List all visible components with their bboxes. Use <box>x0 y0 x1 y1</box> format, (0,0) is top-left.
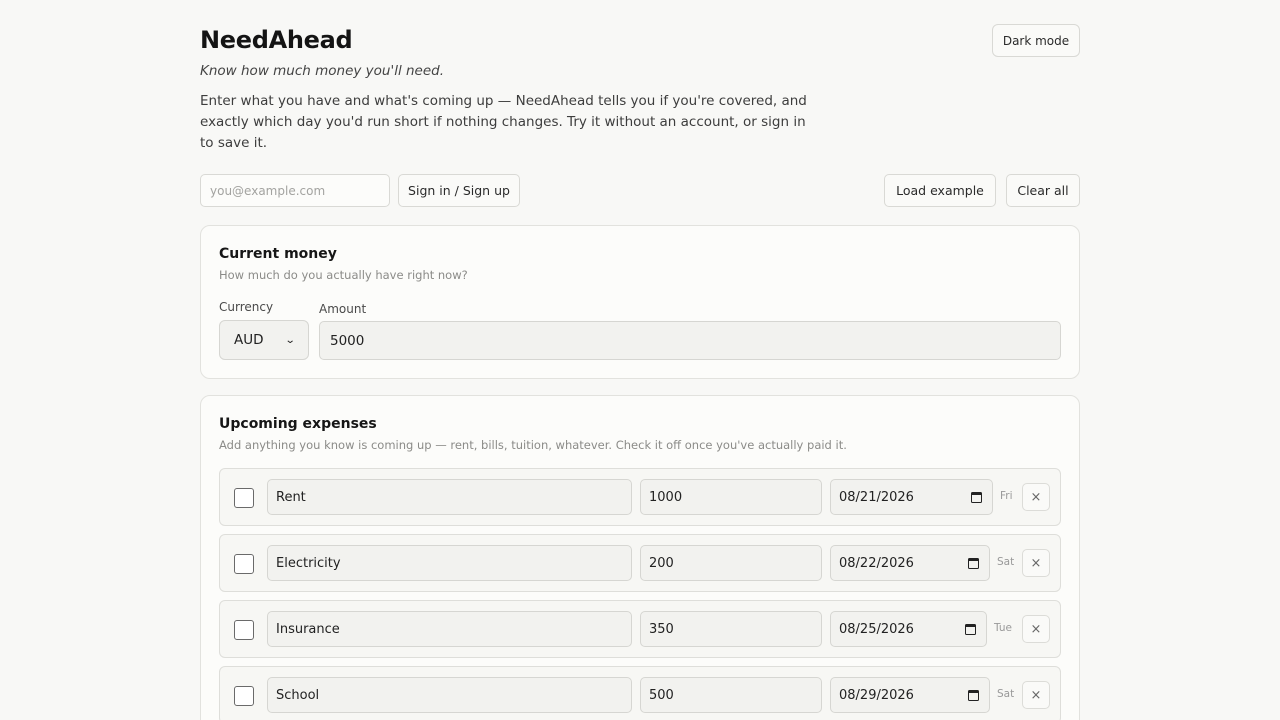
chevron-down-icon: ⌄ <box>284 334 296 346</box>
expense-date-input[interactable]: 08/25/2026 <box>830 611 987 647</box>
expense-date-value: 08/22/2026 <box>839 555 914 571</box>
intro-text: Enter what you have and what's coming up… <box>200 93 807 151</box>
expense-row: Rent 1000 08/21/2026 Fri × <box>219 468 1061 526</box>
expense-date-input[interactable]: 08/22/2026 <box>830 545 990 581</box>
paid-checkbox[interactable] <box>234 554 254 574</box>
calendar-icon[interactable] <box>965 623 976 635</box>
expense-date-value: 08/29/2026 <box>839 687 914 703</box>
expense-name-input[interactable]: Insurance <box>267 611 632 647</box>
expense-date-input[interactable]: 08/29/2026 <box>830 677 990 713</box>
expense-amount-input[interactable]: 500 <box>640 677 822 713</box>
delete-expense-button[interactable]: × <box>1022 483 1050 511</box>
expense-name-input[interactable]: Electricity <box>267 545 632 581</box>
expense-date-value: 08/25/2026 <box>839 621 914 637</box>
calendar-icon[interactable] <box>968 689 979 701</box>
load-example-button[interactable]: Load example <box>884 174 996 207</box>
currency-select[interactable]: AUD ⌄ <box>219 320 309 360</box>
email-input[interactable] <box>200 174 390 207</box>
currency-value: AUD <box>234 332 264 348</box>
close-icon: × <box>1030 555 1042 571</box>
close-icon: × <box>1030 489 1042 505</box>
expense-weekday: Tue <box>994 622 1012 634</box>
close-icon: × <box>1030 687 1042 703</box>
expense-weekday: Sat <box>997 556 1015 568</box>
current-money-card: Current money How much do you actually h… <box>200 225 1080 379</box>
currency-label: Currency <box>219 300 274 314</box>
expenses-title: Upcoming expenses <box>219 416 377 432</box>
expense-row: Insurance 350 08/25/2026 Tue × <box>219 600 1061 658</box>
expense-name-input[interactable]: School <box>267 677 632 713</box>
expense-amount-input[interactable]: 350 <box>640 611 822 647</box>
app-title: NeedAhead <box>200 26 353 54</box>
expense-row: School 500 08/29/2026 Sat × <box>219 666 1061 720</box>
amount-label: Amount <box>319 302 367 316</box>
expense-name-input[interactable]: Rent <box>267 479 632 515</box>
app-container: NeedAhead Dark mode Know how much money … <box>200 0 1080 720</box>
current-money-title: Current money <box>219 246 337 262</box>
expense-date-value: 08/21/2026 <box>839 489 914 505</box>
expense-amount-input[interactable]: 200 <box>640 545 822 581</box>
expense-weekday: Sat <box>997 688 1015 700</box>
expense-date-input[interactable]: 08/21/2026 <box>830 479 993 515</box>
calendar-icon[interactable] <box>968 557 979 569</box>
expense-weekday: Fri <box>1000 490 1013 502</box>
paid-checkbox[interactable] <box>234 488 254 508</box>
expense-amount-input[interactable]: 1000 <box>640 479 822 515</box>
dark-mode-button[interactable]: Dark mode <box>992 24 1080 57</box>
close-icon: × <box>1030 621 1042 637</box>
delete-expense-button[interactable]: × <box>1022 549 1050 577</box>
paid-checkbox[interactable] <box>234 620 254 640</box>
delete-expense-button[interactable]: × <box>1022 681 1050 709</box>
paid-checkbox[interactable] <box>234 686 254 706</box>
calendar-icon[interactable] <box>971 491 982 503</box>
expenses-subtitle: Add anything you know is coming up — ren… <box>219 438 847 452</box>
tagline: Know how much money you'll need. <box>200 63 445 79</box>
current-money-subtitle: How much do you actually have right now? <box>219 268 468 282</box>
expense-row: Electricity 200 08/22/2026 Sat × <box>219 534 1061 592</box>
upcoming-expenses-card: Upcoming expenses Add anything you know … <box>200 395 1080 720</box>
amount-input[interactable] <box>319 321 1061 360</box>
clear-all-button[interactable]: Clear all <box>1006 174 1080 207</box>
sign-in-button[interactable]: Sign in / Sign up <box>398 174 520 207</box>
delete-expense-button[interactable]: × <box>1022 615 1050 643</box>
